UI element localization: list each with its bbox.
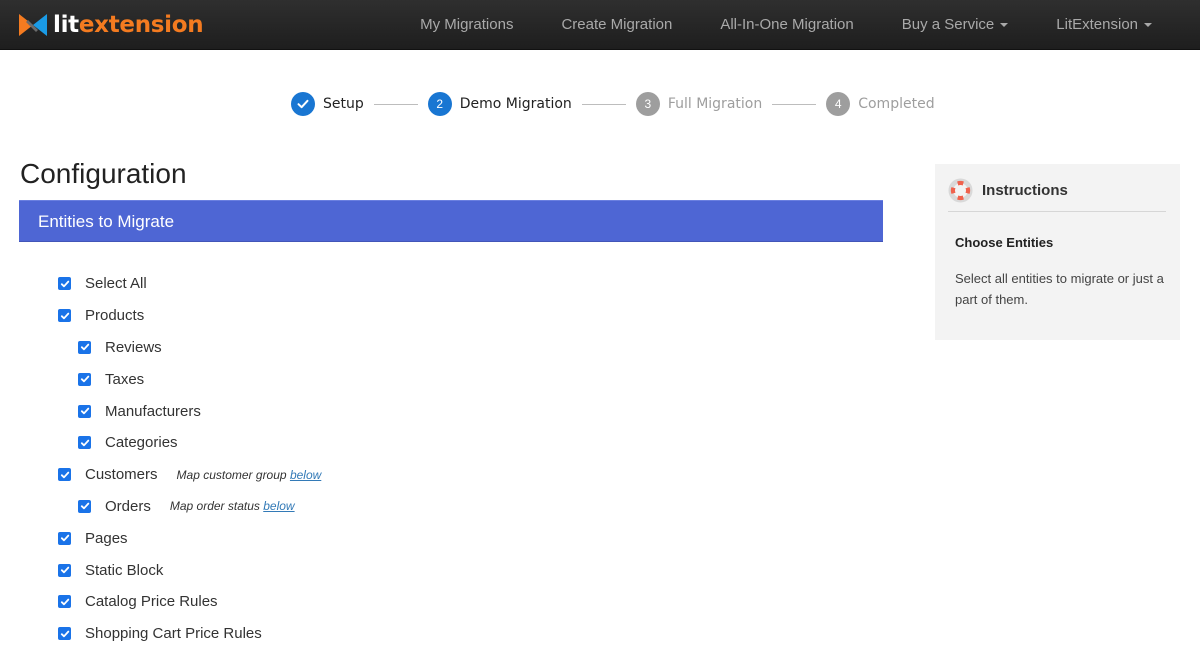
entity-row-products: Products	[58, 300, 321, 332]
logo-text-extension: extension	[78, 12, 204, 38]
caret-down-icon	[1000, 23, 1009, 28]
step-label: Demo Migration	[459, 96, 572, 112]
step-number: 4	[826, 92, 851, 116]
entity-row-select-all: Select All	[58, 268, 321, 300]
step-connector	[772, 103, 817, 105]
instructions-subtitle: Choose Entities	[955, 235, 1054, 250]
entity-mapping-note: Map customer group below	[177, 468, 322, 482]
lifebuoy-icon	[948, 178, 973, 203]
check-icon	[291, 92, 315, 116]
entity-checkbox[interactable]	[58, 595, 71, 609]
entity-label[interactable]: Customers	[85, 466, 158, 483]
entity-mapping-note-text: Map order status	[169, 499, 260, 514]
entity-row-reviews: Reviews	[58, 332, 321, 364]
checkmark-icon	[80, 407, 89, 415]
entity-label[interactable]: Shopping Cart Price Rules	[85, 625, 262, 642]
checkmark-icon	[60, 471, 69, 478]
entity-checkbox[interactable]	[58, 277, 71, 291]
entity-checkbox[interactable]	[58, 531, 71, 545]
entity-checkbox[interactable]	[78, 499, 91, 513]
checkmark-icon	[60, 598, 69, 606]
step-label: Setup	[323, 96, 364, 112]
entity-checkbox[interactable]	[58, 627, 71, 641]
entity-mapping-note: Map order status below	[170, 499, 295, 513]
nav-litextension-dropdown[interactable]: LitExtension	[1032, 0, 1200, 50]
checkmark-icon	[80, 344, 89, 351]
nav-label: All-In-One Migration	[720, 16, 854, 33]
logo-text: litextension	[53, 12, 204, 38]
entity-row-shopping-cart-price-rules: Shopping Cart Price Rules	[58, 618, 321, 650]
instructions-header: Instructions	[948, 178, 1166, 212]
entity-checkbox[interactable]	[78, 340, 91, 354]
entity-row-orders: Orders Map order status below	[58, 491, 321, 523]
entity-label[interactable]: Select All	[85, 275, 147, 292]
entity-label[interactable]: Reviews	[105, 339, 162, 356]
entity-row-customers: Customers Map customer group below	[58, 459, 321, 491]
checkmark-icon	[60, 534, 69, 542]
top-navbar: litextension My Migrations Create Migrat…	[0, 0, 1200, 50]
entity-row-manufacturers: Manufacturers	[58, 395, 321, 427]
caret-down-icon	[1144, 23, 1152, 28]
entity-checkbox[interactable]	[78, 436, 91, 450]
step-connector	[373, 103, 418, 105]
checkmark-icon	[80, 375, 89, 383]
step-number: 3	[635, 92, 660, 116]
checkmark-icon	[60, 312, 69, 319]
instructions-text: Select all entities to migrate or just a…	[955, 271, 1164, 307]
entity-checkbox[interactable]	[78, 404, 91, 418]
entity-label[interactable]: Products	[85, 307, 144, 324]
nav-label: Buy a Service	[901, 16, 995, 33]
entity-checkbox[interactable]	[58, 309, 71, 323]
entity-checkbox[interactable]	[78, 372, 91, 386]
checkmark-icon	[60, 566, 69, 574]
entity-checkbox[interactable]	[58, 563, 71, 577]
page-title: Configuration	[20, 158, 187, 189]
instructions-title: Instructions	[982, 182, 1068, 199]
entity-list: Select All Products Reviews Taxes Manufactur…	[58, 268, 321, 650]
nav-all-in-one-migration[interactable]: All-In-One Migration	[696, 0, 877, 50]
entity-label[interactable]: Manufacturers	[105, 403, 201, 420]
nav-my-migrations[interactable]: My Migrations	[396, 0, 537, 50]
entity-label[interactable]: Pages	[85, 530, 128, 547]
entities-panel-header: Entities to Migrate	[19, 200, 883, 242]
checkmark-icon	[80, 503, 89, 510]
logo[interactable]: litextension	[18, 9, 204, 41]
entity-label[interactable]: Orders	[105, 498, 151, 515]
step-number: 2	[427, 92, 452, 116]
litextension-logo-icon	[19, 14, 47, 36]
entity-mapping-note-text: Map customer group	[176, 467, 287, 482]
migration-stepper: Setup 2 Demo Migration 3 Full Migration …	[291, 92, 935, 116]
step-demo-migration: 2 Demo Migration	[427, 92, 572, 116]
checkmark-icon	[60, 630, 69, 637]
nav-buy-a-service-dropdown[interactable]: Buy a Service	[878, 0, 1033, 50]
nav-label: My Migrations	[420, 16, 514, 33]
main-nav: My Migrations Create Migration All-In-On…	[396, 0, 1200, 50]
nav-label: Create Migration	[561, 16, 673, 33]
step-full-migration: 3 Full Migration	[635, 92, 763, 116]
step-label: Completed	[858, 96, 935, 112]
checkmark-icon	[80, 439, 89, 447]
below-link[interactable]: below	[290, 468, 321, 482]
entity-label[interactable]: Taxes	[105, 371, 144, 388]
step-completed: 4 Completed	[826, 92, 935, 116]
entity-label[interactable]: Static Block	[85, 562, 163, 579]
entity-label[interactable]: Categories	[105, 434, 178, 451]
nav-create-migration[interactable]: Create Migration	[537, 0, 696, 50]
checkmark-icon	[60, 280, 69, 288]
instructions-panel: Instructions Choose Entities Select all …	[935, 164, 1180, 340]
step-setup: Setup	[291, 92, 364, 116]
entity-row-categories: Categories	[58, 427, 321, 459]
step-label: Full Migration	[667, 96, 763, 112]
entity-row-static-block: Static Block	[58, 554, 321, 586]
entity-checkbox[interactable]	[58, 468, 71, 482]
entity-row-catalog-price-rules: Catalog Price Rules	[58, 586, 321, 618]
entity-row-pages: Pages	[58, 522, 321, 554]
nav-label: LitExtension	[1056, 16, 1138, 33]
below-link[interactable]: below	[263, 499, 294, 513]
entity-row-taxes: Taxes	[58, 363, 321, 395]
logo-text-lit: lit	[53, 12, 79, 38]
entity-label[interactable]: Catalog Price Rules	[85, 593, 218, 610]
step-connector	[581, 103, 626, 105]
